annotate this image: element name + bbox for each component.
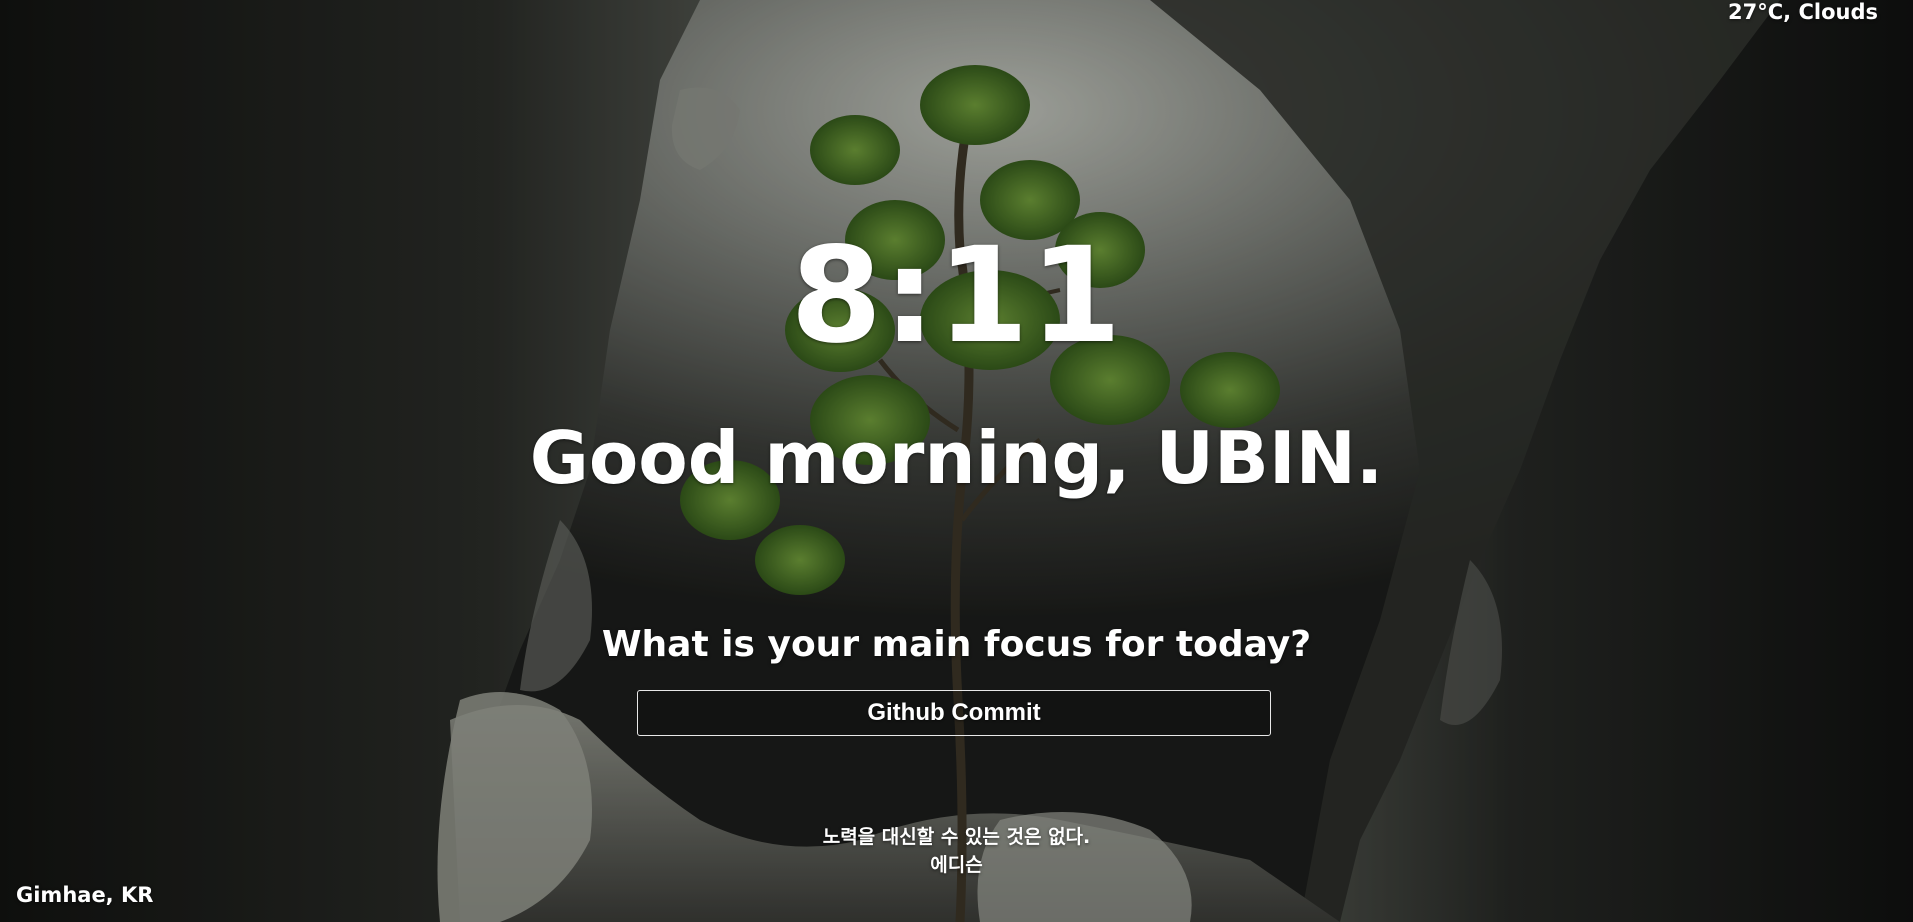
focus-question: What is your main focus for today?: [601, 624, 1312, 665]
quote-text: 노력을 대신할 수 있는 것은 없다.: [822, 826, 1091, 848]
location-label: Gimhae, KR: [16, 883, 154, 907]
quote-author: 에디슨: [930, 854, 983, 876]
focus-input[interactable]: [637, 690, 1271, 736]
quote-block: 노력을 대신할 수 있는 것은 없다. 에디슨: [0, 823, 1913, 879]
new-tab-dashboard: 27°C, Clouds 8:11 Good morning, UBIN. Wh…: [0, 0, 1913, 922]
greeting-text: Good morning, UBIN.: [529, 416, 1384, 500]
weather-label: 27°C, Clouds: [1728, 0, 1878, 24]
clock-time: 8:11: [790, 219, 1123, 373]
